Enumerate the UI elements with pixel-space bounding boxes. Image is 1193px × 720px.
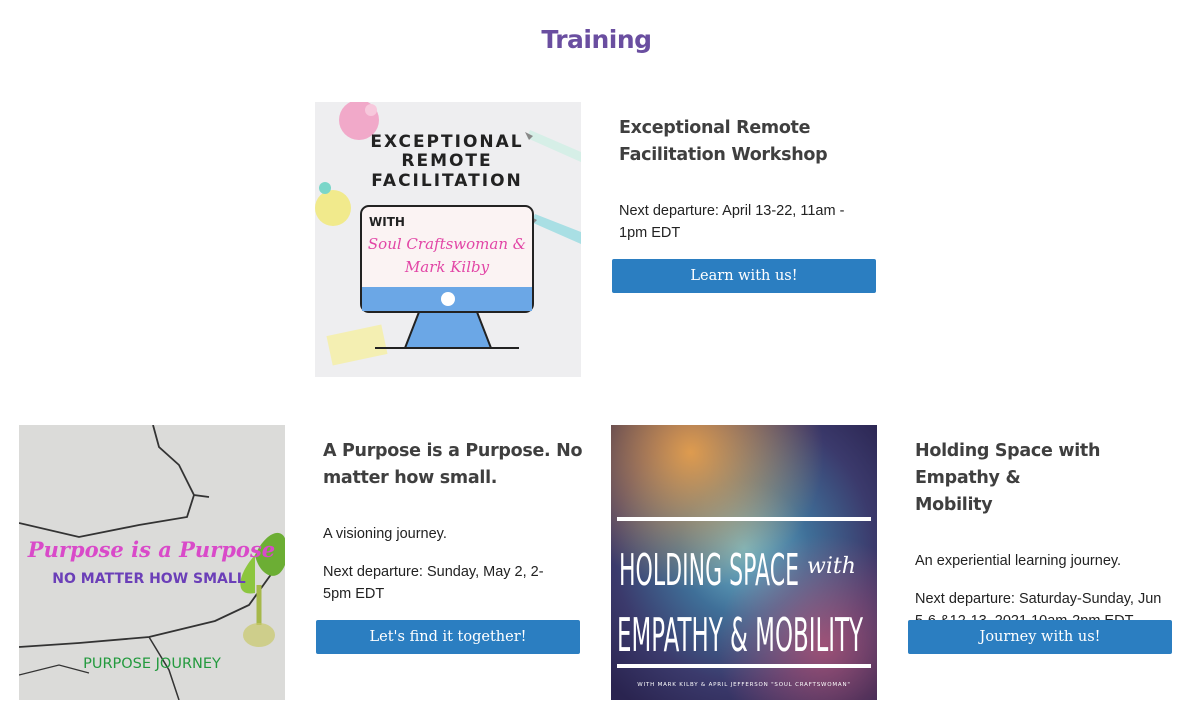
holding-space-info: Holding Space with Empathy & Mobility An… [915,438,1185,632]
image-heading-line3: FACILITATION [371,171,523,191]
card-title[interactable]: Exceptional Remote Facilitation Workshop [619,115,884,169]
card-title[interactable]: Holding Space with Empathy & Mobility [915,438,1185,519]
card-title[interactable]: A Purpose is a Purpose. No matter how sm… [323,438,588,492]
image-heading-line2: REMOTE [401,151,492,171]
remote-facilitation-image[interactable]: EXCEPTIONAL REMOTE FACILITATION WITH Sou… [315,102,581,377]
card-description: An experiential learning journey. [915,553,1122,569]
image-heading-line1: EXCEPTIONAL [370,132,523,152]
learn-with-us-button[interactable]: Learn with us! [612,259,876,293]
image-script-line1: Soul Craftswoman & [368,235,526,253]
image-footer: PURPOSE JOURNEY [83,656,221,672]
card-description: A visioning journey. [323,526,447,542]
image-script-line2: Mark Kilby [404,258,490,276]
image-heading-line2: EMPATHY & MOBILITY [617,608,863,662]
journey-with-us-button[interactable]: Journey with us! [908,620,1172,654]
card-departure: Next departure: Sunday, May 2, 2- 5pm ED… [323,564,544,602]
image-with-label: with [807,554,856,579]
remote-facilitation-info: Exceptional Remote Facilitation Workshop… [619,115,884,244]
purpose-journey-image[interactable]: a Purpose is a Purpose NO MATTER HOW SMA… [19,425,285,700]
lets-find-it-together-button[interactable]: Let's find it together! [316,620,580,654]
page-title: Training [541,24,652,54]
image-script: a Purpose is a Purpose [19,537,275,562]
holding-space-image[interactable]: HOLDING SPACE with EMPATHY & MOBILITY WI… [611,425,877,700]
card-departure: Next departure: April 13-22, 11am - 1pm … [619,203,845,241]
image-caps: NO MATTER HOW SMALL [52,571,246,587]
image-heading-line1: HOLDING SPACE [619,545,799,596]
purpose-journey-info: A Purpose is a Purpose. No matter how sm… [323,438,588,605]
image-with-label: WITH [369,215,405,229]
image-credit: WITH MARK KILBY & APRIL JEFFERSON "SOUL … [637,682,850,688]
